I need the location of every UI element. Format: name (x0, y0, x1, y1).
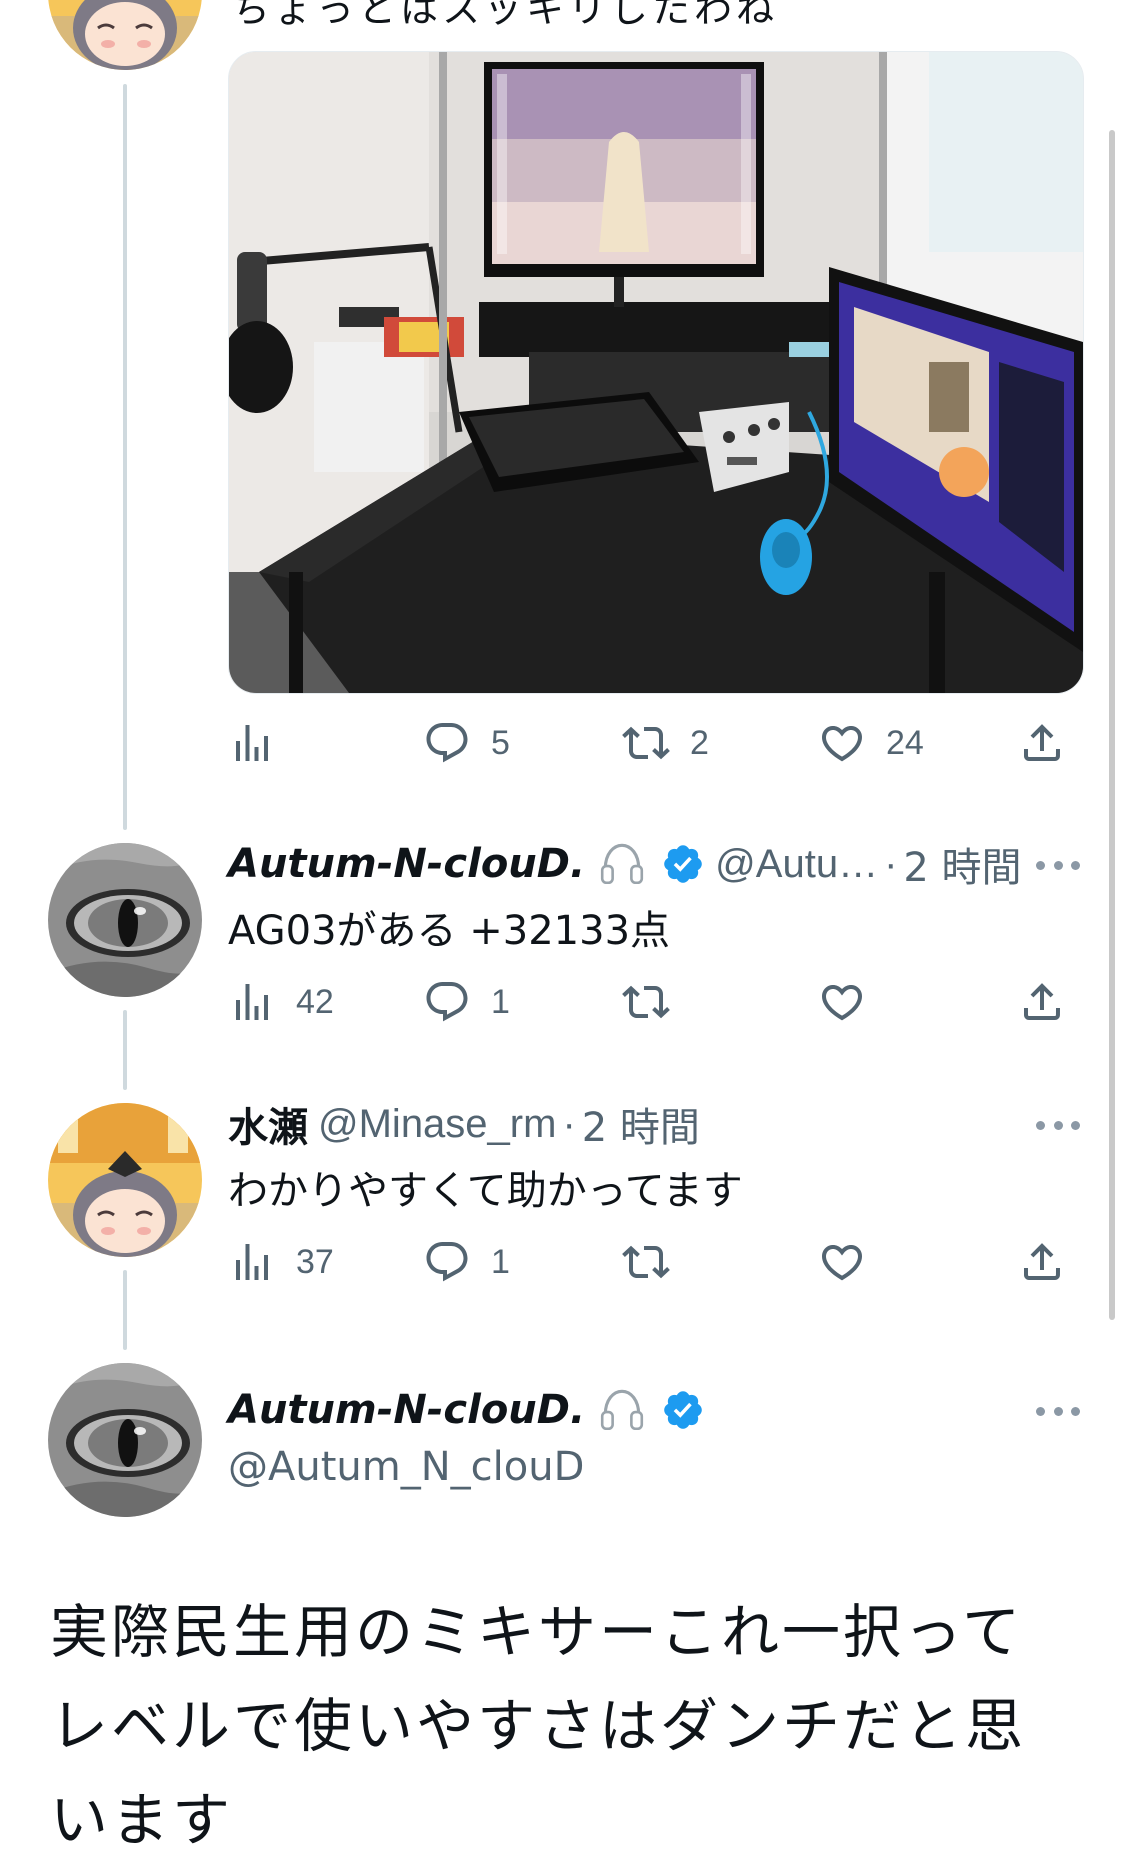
timestamp[interactable]: 2 時間 (903, 835, 1021, 893)
like-icon (818, 978, 866, 1026)
more-button[interactable] (1036, 857, 1080, 873)
more-icon-dot (1053, 1406, 1063, 1416)
like-button[interactable] (818, 972, 866, 1032)
reply-icon (423, 719, 471, 767)
display-name[interactable]: 水瀬 (228, 1095, 308, 1153)
avatar[interactable] (48, 843, 202, 997)
tweet-actions: 5 2 24 (228, 713, 1078, 773)
separator-dot: · (562, 1101, 576, 1146)
views-icon (228, 978, 276, 1026)
avatar[interactable] (48, 1363, 202, 1517)
more-icon-dot (1071, 860, 1080, 870)
avatar-image (48, 843, 202, 997)
reply-icon (423, 1238, 471, 1286)
retweet-icon (622, 719, 670, 767)
more-icon-dot (1071, 1120, 1080, 1130)
reply-icon (423, 978, 471, 1026)
like-icon (818, 1238, 866, 1286)
more-button[interactable] (1036, 1403, 1080, 1419)
display-name[interactable]: Autum-N-clouD. (228, 1387, 585, 1433)
timestamp[interactable]: 2 時間 (582, 1095, 700, 1153)
reply-count: 1 (491, 1242, 510, 1281)
tweet-header: Autum-N-clouD. @Autu… · 2 時間 (228, 834, 1022, 894)
reply-button[interactable]: 1 (423, 972, 510, 1032)
avatar-image (48, 1103, 202, 1257)
share-button[interactable] (1018, 972, 1066, 1032)
share-icon (1018, 719, 1066, 767)
thread-line (123, 84, 127, 830)
views-count: 37 (296, 1242, 334, 1281)
more-icon-dot (1053, 860, 1063, 870)
views-icon (228, 1238, 276, 1286)
headphones-icon (597, 1385, 647, 1435)
like-count: 24 (886, 723, 924, 762)
display-name[interactable]: Autum-N-clouD. (228, 841, 585, 887)
tweet-text: ちょっとはスッキリしたわね (232, 0, 779, 31)
share-button[interactable] (1018, 713, 1066, 773)
share-button[interactable] (1018, 1232, 1066, 1292)
verified-badge-icon (661, 842, 705, 886)
like-button[interactable]: 24 (818, 713, 924, 773)
views-icon (228, 719, 276, 767)
more-icon-dot (1053, 1120, 1063, 1130)
tweet-text: AG03がある +32133点 (228, 908, 671, 954)
more-button[interactable] (1036, 1117, 1080, 1133)
more-icon-dot (1036, 1406, 1045, 1416)
avatar-image (48, 0, 202, 70)
more-icon-dot (1036, 1120, 1045, 1130)
more-icon-dot (1036, 860, 1045, 870)
share-icon (1018, 978, 1066, 1026)
verified-badge-icon (661, 1388, 705, 1432)
reply-button[interactable]: 5 (423, 713, 510, 773)
tweet-actions: 37 1 (228, 1232, 1078, 1292)
main-tweet-text: 実際民生用のミキサーこれ一択ってレベルで使いやすさはダンチだと思います (50, 1598, 1027, 1854)
reply-button[interactable]: 1 (423, 1232, 510, 1292)
retweet-icon (622, 1238, 670, 1286)
tweet-text: わかりやすくて助かってます (228, 1168, 743, 1214)
tweet-header: 水瀬 @Minase_rm · 2 時間 (228, 1094, 700, 1154)
retweet-button[interactable] (622, 972, 670, 1032)
user-handle[interactable]: @Autum_N_clouD (228, 1444, 584, 1490)
user-handle[interactable]: @Autu… (715, 842, 878, 887)
avatar[interactable] (48, 1103, 202, 1257)
scrollbar[interactable] (1109, 130, 1115, 1320)
tweet-actions: 42 1 (228, 972, 1078, 1032)
views-button[interactable]: 37 (228, 1232, 334, 1292)
tweet-media-image[interactable] (228, 51, 1084, 694)
retweet-button[interactable]: 2 (622, 713, 709, 773)
separator-dot: · (884, 841, 898, 886)
retweet-button[interactable] (622, 1232, 670, 1292)
thread-line (123, 1010, 127, 1090)
views-button[interactable] (228, 713, 276, 773)
like-button[interactable] (818, 1232, 866, 1292)
headphones-icon (597, 839, 647, 889)
like-icon (818, 719, 866, 767)
reply-count: 1 (491, 982, 510, 1021)
reply-count: 5 (491, 723, 510, 762)
views-button[interactable]: 42 (228, 972, 334, 1032)
retweet-icon (622, 978, 670, 1026)
thread-line (123, 1270, 127, 1350)
share-icon (1018, 1238, 1066, 1286)
desk-setup-photo (229, 52, 1083, 693)
retweet-count: 2 (690, 723, 709, 762)
more-icon-dot (1071, 1406, 1080, 1416)
user-handle[interactable]: @Minase_rm (318, 1102, 556, 1147)
avatar-image (48, 1363, 202, 1517)
views-count: 42 (296, 982, 334, 1021)
tweet-header: Autum-N-clouD. (228, 1380, 705, 1440)
avatar[interactable] (48, 0, 202, 70)
